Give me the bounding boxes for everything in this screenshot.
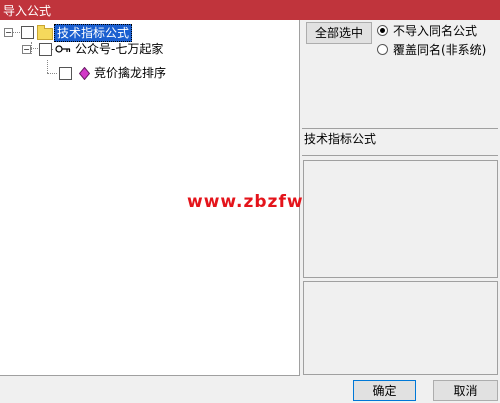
folder-icon — [37, 25, 53, 40]
title-bar: 导入公式 — [0, 0, 500, 20]
tree-node-label: 技术指标公式 — [54, 24, 133, 42]
collapse-icon[interactable]: − — [22, 45, 31, 54]
group-checkbox[interactable] — [39, 43, 52, 56]
tree-node-label: 公众号-七万起家 — [75, 42, 164, 56]
tree-node-label: 竞价擒龙排序 — [94, 66, 167, 80]
collapse-icon[interactable]: − — [4, 28, 13, 37]
radio-skip-indicator[interactable] — [377, 25, 388, 36]
key-icon — [55, 45, 71, 53]
radio-skip-label: 不导入同名公式 — [393, 24, 478, 38]
tree-node-group[interactable]: − 公众号-七万起家 — [0, 41, 300, 59]
radio-overwrite-indicator[interactable] — [377, 44, 388, 55]
ok-button[interactable]: 确定 — [353, 380, 416, 401]
description-panel — [303, 160, 498, 278]
formula-gem-icon — [79, 67, 90, 80]
root-checkbox[interactable] — [21, 26, 34, 39]
detail-panel — [303, 281, 498, 375]
cancel-button[interactable]: 取消 — [433, 380, 498, 401]
tree-node-formula[interactable]: 竞价擒龙排序 — [0, 65, 300, 83]
formula-checkbox[interactable] — [59, 67, 72, 80]
category-label: 技术指标公式 — [302, 128, 498, 156]
select-all-button[interactable]: 全部选中 — [306, 22, 372, 44]
radio-overwrite-label: 覆盖同名(非系统) — [393, 43, 487, 57]
tree-node-root[interactable]: − 技术指标公式 — [0, 24, 300, 42]
radio-skip-same-name[interactable]: 不导入同名公式 — [377, 24, 497, 40]
window-title: 导入公式 — [3, 4, 52, 18]
radio-overwrite-same-name[interactable]: 覆盖同名(非系统) — [377, 43, 497, 59]
